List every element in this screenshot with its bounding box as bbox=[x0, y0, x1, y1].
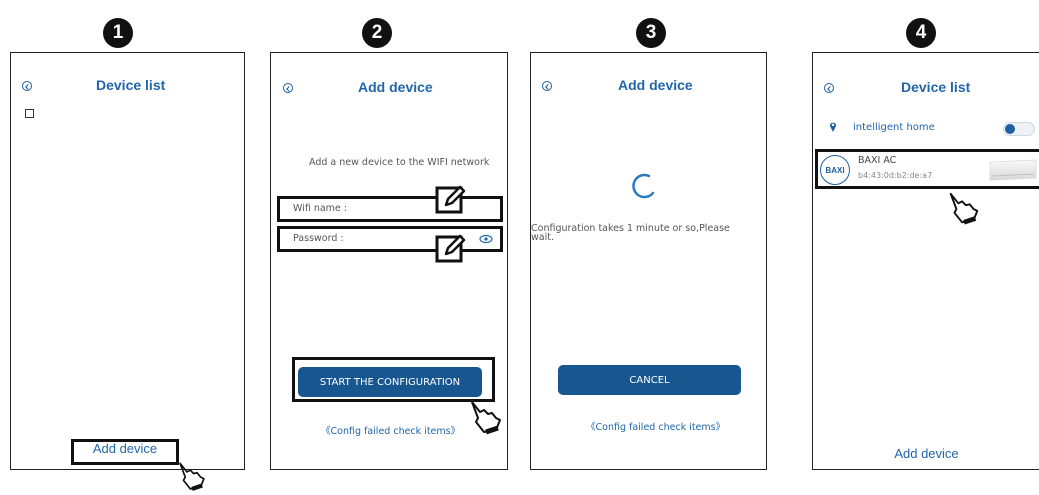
page-title: Add device bbox=[618, 77, 693, 93]
back-icon[interactable] bbox=[22, 81, 32, 91]
loading-spinner-icon bbox=[632, 173, 655, 199]
screen-device-list: Device list intelligent home BAXI BAXI A… bbox=[812, 52, 1039, 470]
edit-icon bbox=[435, 185, 466, 214]
config-message-line2: wait. bbox=[531, 232, 554, 243]
password-field[interactable]: Password : bbox=[293, 233, 344, 244]
back-icon[interactable] bbox=[542, 81, 552, 91]
device-card[interactable]: BAXI BAXI AC b4:43:0d:b2:de:a7 bbox=[818, 152, 1039, 186]
location-pin-icon bbox=[829, 122, 837, 132]
cancel-button[interactable]: CANCEL bbox=[558, 365, 741, 395]
page-title: Device list bbox=[96, 77, 166, 93]
back-icon[interactable] bbox=[824, 83, 834, 93]
device-mac: b4:43:0d:b2:de:a7 bbox=[858, 171, 933, 180]
screen-device-list-empty: Device list Add device bbox=[10, 52, 245, 470]
home-toggle[interactable] bbox=[1003, 122, 1035, 136]
start-configuration-button[interactable]: START THE CONFIGURATION bbox=[298, 367, 482, 397]
pointing-hand-icon bbox=[471, 401, 501, 435]
config-failed-link[interactable]: 《Config failed check items》 bbox=[586, 419, 725, 433]
step-badge-3: 3 bbox=[636, 18, 666, 48]
pointing-hand-icon bbox=[949, 192, 979, 225]
step-badge-1: 1 bbox=[103, 18, 133, 48]
config-message-line1: Configuration takes 1 minute or so,Pleas… bbox=[531, 223, 730, 234]
add-device-button[interactable]: Add device bbox=[71, 441, 179, 456]
page-title: Device list bbox=[901, 79, 971, 95]
device-name: BAXI AC bbox=[858, 155, 897, 166]
toggle-knob bbox=[1005, 124, 1015, 134]
step-badge-2: 2 bbox=[362, 18, 392, 48]
config-failed-link[interactable]: 《Config failed check items》 bbox=[321, 423, 460, 437]
wifi-name-field[interactable]: Wifi name : bbox=[293, 203, 347, 214]
screen-configuring: Add device Configuration takes 1 minute … bbox=[530, 52, 767, 470]
eye-icon[interactable] bbox=[479, 234, 493, 244]
air-conditioner-icon bbox=[989, 159, 1037, 181]
instruction-text: Add a new device to the WIFI network bbox=[309, 157, 490, 168]
pointing-hand-icon bbox=[179, 462, 205, 491]
back-icon[interactable] bbox=[283, 83, 293, 93]
step-badge-4: 4 bbox=[906, 18, 936, 48]
page-title: Add device bbox=[358, 79, 433, 95]
home-name[interactable]: intelligent home bbox=[853, 122, 935, 133]
edit-icon bbox=[435, 234, 466, 263]
checkbox-icon[interactable] bbox=[25, 109, 34, 118]
add-device-button[interactable]: Add device bbox=[813, 446, 1039, 461]
baxi-logo: BAXI bbox=[820, 155, 850, 185]
